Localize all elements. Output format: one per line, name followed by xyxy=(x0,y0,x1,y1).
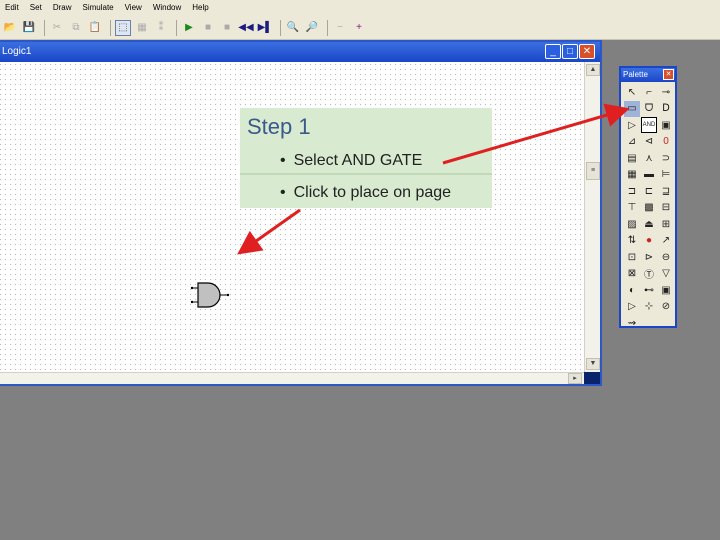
arrow-to-canvas xyxy=(237,208,301,255)
arrow-to-palette xyxy=(442,103,630,165)
annotation-arrows xyxy=(237,103,630,255)
